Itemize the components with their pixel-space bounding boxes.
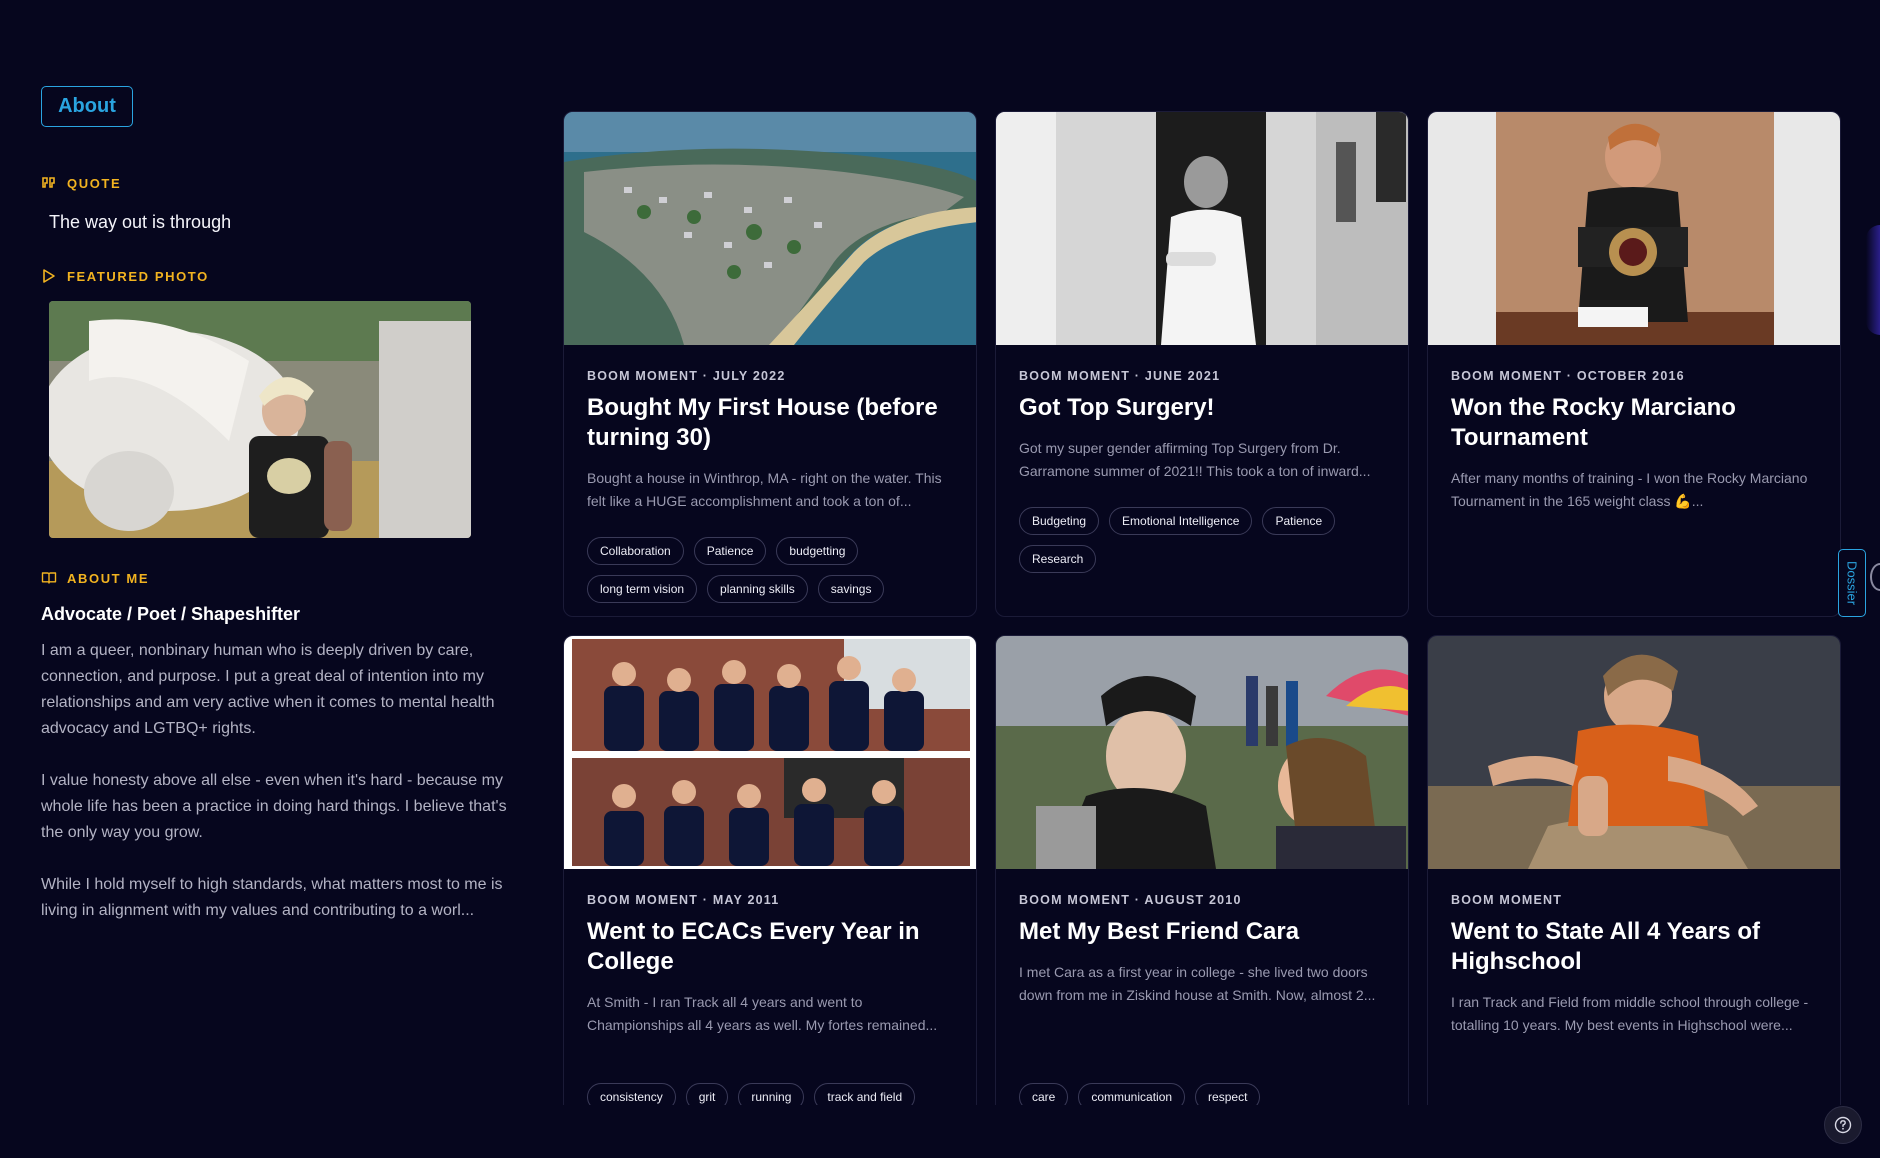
side-panel-glow [1866,225,1880,335]
about-tab[interactable]: About [41,86,133,127]
about-me-label: ABOUT ME [67,570,150,586]
quote-icon [42,177,55,188]
about-paragraph: I am a queer, nonbinary human who is dee… [41,642,495,737]
tag-chip[interactable]: running [738,1083,805,1105]
tag-chip[interactable]: Budgeting [1019,507,1100,535]
card-title: Bought My First House (before turning 30… [587,394,938,451]
tag-list: Budgeting Emotional Intelligence Patienc… [1019,507,1385,573]
card-image [564,636,976,869]
card-image [996,112,1408,345]
card-description: I met Cara as a first year in college - … [1019,964,1376,1003]
about-paragraph: While I hold myself to high standards, w… [41,876,503,919]
tag-chip[interactable]: Emotional Intelligence [1109,507,1253,535]
card-description: I ran Track and Field from middle school… [1451,994,1809,1033]
card-title: Went to State All 4 Years of Highschool [1451,918,1760,975]
tag-chip[interactable]: care [1019,1083,1069,1105]
about-heading: Advocate / Poet / Shapeshifter [41,604,301,624]
card-title: Got Top Surgery! [1019,394,1215,421]
tag-chip[interactable]: communication [1078,1083,1186,1105]
card-meta: BOOM MOMENT [1451,893,1563,907]
quote-label: QUOTE [67,175,122,191]
card-description: Got my super gender affirming Top Surger… [1019,440,1371,479]
featured-photo[interactable] [49,301,471,538]
help-button[interactable] [1824,1106,1862,1144]
card-meta: BOOM MOMENT · MAY 2011 [587,893,780,907]
card-meta: BOOM MOMENT · AUGUST 2010 [1019,893,1242,907]
book-icon [41,572,57,584]
boom-moment-card[interactable]: BOOM MOMENT Went to State All 4 Years of… [1427,635,1841,1105]
tag-list: Collaboration Patience budgetting long t… [587,537,953,603]
card-image [564,112,976,345]
card-title: Met My Best Friend Cara [1019,918,1300,945]
play-icon [43,269,55,283]
tag-chip[interactable]: Patience [693,537,767,565]
tag-list: care communication respect [1019,1083,1385,1105]
tag-list: consistency grit running track and field [587,1083,953,1105]
quote-text: The way out is through [49,212,232,232]
boom-moment-card[interactable]: BOOM MOMENT · OCTOBER 2016 Won the Rocky… [1427,111,1841,617]
featured-photo-header: FEATURED PHOTO [41,268,209,284]
boom-moments-grid: BOOM MOMENT · JULY 2022 Bought My First … [563,111,1841,1105]
card-title: Went to ECACs Every Year in College [587,918,920,975]
tag-chip[interactable]: planning skills [707,575,808,603]
tag-chip[interactable]: grit [685,1083,729,1105]
card-meta: BOOM MOMENT · JULY 2022 [587,369,786,383]
quote-section-header: QUOTE [41,175,121,191]
card-description: At Smith - I ran Track all 4 years and w… [587,994,938,1033]
tag-chip[interactable]: savings [817,575,885,603]
boom-moment-card[interactable]: BOOM MOMENT · AUGUST 2010 Met My Best Fr… [995,635,1409,1105]
featured-photo-label: FEATURED PHOTO [67,268,209,284]
card-title: Won the Rocky Marciano Tournament [1451,394,1736,451]
tag-chip[interactable]: Research [1019,545,1097,573]
tag-chip[interactable]: consistency [587,1083,676,1105]
tag-chip[interactable]: Collaboration [587,537,684,565]
about-paragraph: I value honesty above all else - even wh… [41,772,507,841]
help-icon [1834,1116,1852,1134]
boom-moment-card[interactable]: BOOM MOMENT · JUNE 2021 Got Top Surgery!… [995,111,1409,617]
dossier-label: Dossier [1844,560,1860,606]
panel-handle[interactable] [1870,563,1880,591]
tag-chip[interactable]: long term vision [587,575,698,603]
boom-moment-card[interactable]: BOOM MOMENT · MAY 2011 Went to ECACs Eve… [563,635,977,1105]
about-me-header: ABOUT ME [41,570,149,586]
boom-moment-card[interactable]: BOOM MOMENT · JULY 2022 Bought My First … [563,111,977,617]
card-description: Bought a house in Winthrop, MA - right o… [587,470,942,509]
card-image [996,636,1408,869]
card-meta: BOOM MOMENT · JUNE 2021 [1019,369,1221,383]
tag-chip[interactable]: budgetting [776,537,859,565]
card-description: After many months of training - I won th… [1451,470,1808,509]
card-image [1428,112,1840,345]
dossier-tab[interactable]: Dossier [1838,549,1866,617]
tag-chip[interactable]: track and field [814,1083,916,1105]
tag-chip[interactable]: Patience [1262,507,1336,535]
tag-chip[interactable]: respect [1195,1083,1261,1105]
card-image [1428,636,1840,869]
card-meta: BOOM MOMENT · OCTOBER 2016 [1451,369,1685,383]
